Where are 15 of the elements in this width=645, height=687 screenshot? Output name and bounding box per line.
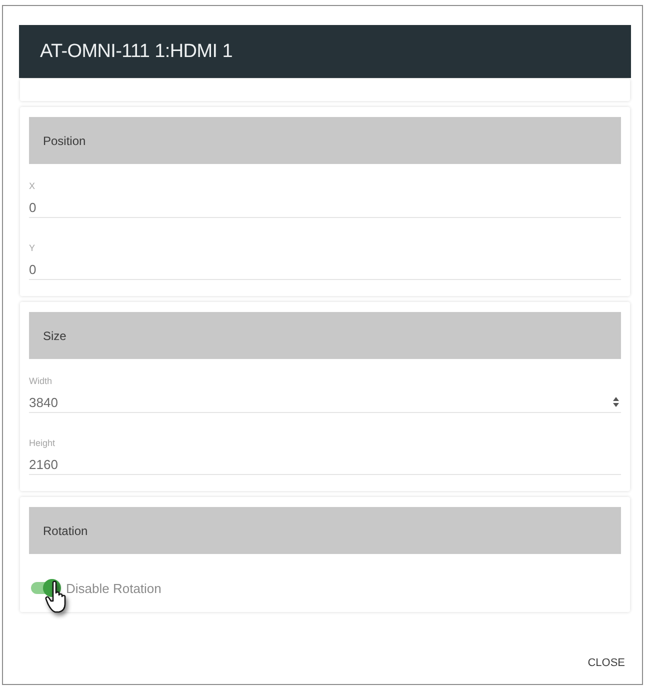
input-field[interactable]: 3840 <box>29 392 621 413</box>
section-heading: Rotation <box>43 524 88 538</box>
toggle-label: Disable Rotation <box>66 580 162 596</box>
spinner-arrows-icon[interactable] <box>613 397 619 407</box>
field-label: X <box>29 180 36 192</box>
input-field[interactable]: 2160 <box>29 454 621 475</box>
field-label: Height <box>29 437 56 449</box>
field-label: Y <box>29 242 36 254</box>
input-field[interactable]: 0 <box>29 259 621 280</box>
input-field[interactable]: 0 <box>29 197 621 218</box>
dialog-title: AT-OMNI-111 1:HDMI 1 <box>40 40 232 62</box>
section-heading: Size <box>43 328 66 342</box>
section-heading: Position <box>43 134 86 148</box>
field-label: Width <box>29 375 54 387</box>
close-button[interactable]: CLOSE <box>584 648 629 678</box>
